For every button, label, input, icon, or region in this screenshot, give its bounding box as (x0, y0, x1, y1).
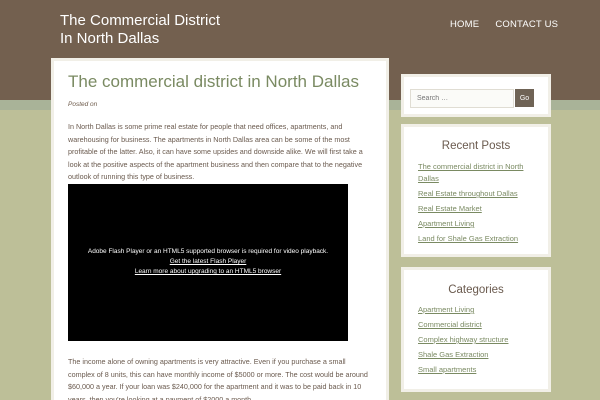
main-nav: HOME CONTACT US (450, 19, 558, 30)
site-title[interactable]: The Commercial District In North Dallas (60, 12, 320, 48)
post-title[interactable]: The commercial district in North Dallas (68, 72, 372, 92)
categories-title: Categories (448, 284, 504, 296)
categories-widget: Categories Apartment Living Commercial d… (401, 267, 551, 392)
list-item: Apartment Living (418, 218, 534, 230)
post-paragraph-2: The income alone of owning apartments is… (68, 356, 368, 400)
html5-browser-link[interactable]: Learn more about upgrading to an HTML5 b… (135, 267, 281, 277)
list-item: Shale Gas Extraction (418, 349, 534, 361)
search-widget: Go (401, 74, 551, 117)
category-link[interactable]: Complex highway structure (418, 335, 508, 344)
list-item: The commercial district in North Dallas (418, 161, 534, 185)
search-go-button[interactable]: Go (515, 89, 534, 107)
list-item: Land for Shale Gas Extraction (418, 233, 534, 245)
search-input[interactable] (410, 89, 514, 108)
category-link[interactable]: Small apartments (418, 365, 476, 374)
recent-posts-title: Recent Posts (441, 140, 511, 152)
video-message: Adobe Flash Player or an HTML5 supported… (87, 248, 329, 256)
nav-contact-link[interactable]: CONTACT US (495, 19, 558, 30)
nav-home-link[interactable]: HOME (450, 19, 479, 30)
list-item: Apartment Living (418, 304, 534, 316)
category-link[interactable]: Commercial district (418, 320, 482, 329)
posted-on: Posted on (68, 101, 98, 108)
video-player[interactable]: Adobe Flash Player or an HTML5 supported… (68, 183, 348, 341)
flash-player-link[interactable]: Get the latest Flash Player (170, 257, 247, 267)
post-paragraph-1: In North Dallas is some prime real estat… (68, 122, 363, 182)
recent-post-link[interactable]: Real Estate throughout Dallas (418, 189, 518, 198)
category-link[interactable]: Shale Gas Extraction (418, 350, 488, 359)
category-link[interactable]: Apartment Living (418, 305, 474, 314)
list-item: Complex highway structure (418, 334, 534, 346)
list-item: Small apartments (418, 364, 534, 376)
list-item: Real Estate throughout Dallas (418, 188, 534, 200)
recent-post-link[interactable]: The commercial district in North Dallas (418, 162, 523, 183)
recent-post-link[interactable]: Real Estate Market (418, 204, 482, 213)
post-article: The commercial district in North Dallas … (51, 58, 389, 400)
site-title-line-2[interactable]: In North Dallas (60, 30, 320, 48)
list-item: Commercial district (418, 319, 534, 331)
recent-post-link[interactable]: Land for Shale Gas Extraction (418, 234, 518, 243)
categories-list: Apartment Living Commercial district Com… (404, 304, 548, 376)
recent-posts-list: The commercial district in North Dallas … (404, 161, 548, 245)
list-item: Real Estate Market (418, 203, 534, 215)
recent-posts-widget: Recent Posts The commercial district in … (401, 124, 551, 257)
recent-post-link[interactable]: Apartment Living (418, 219, 474, 228)
site-title-line-1[interactable]: The Commercial District (60, 12, 320, 30)
